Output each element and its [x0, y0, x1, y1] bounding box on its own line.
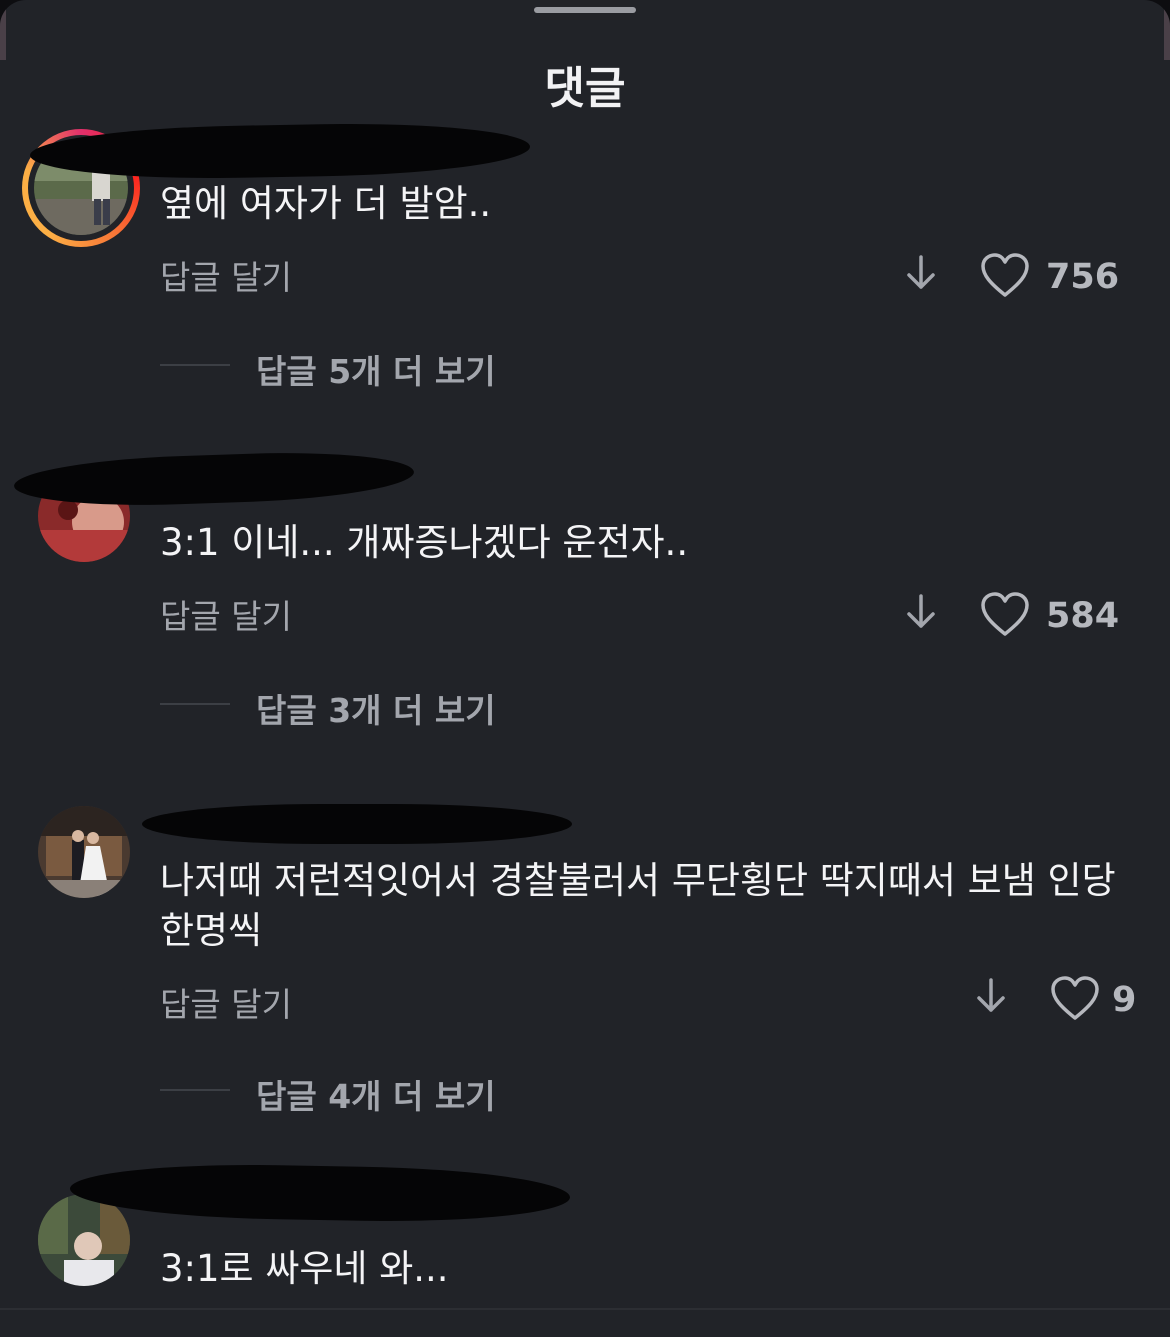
comments-sheet: 댓글 옆에 여자가 더 발암.. 답글 달기 756 답글 5개 더 보기 3:… [0, 0, 1170, 1337]
background-edge [0, 0, 6, 60]
username-redacted [142, 804, 572, 844]
username-redacted [29, 120, 531, 182]
view-more-replies[interactable]: 답글 4개 더 보기 [160, 1070, 520, 1116]
arrow-down-icon[interactable] [974, 976, 1008, 1016]
sheet-grabber-handle[interactable] [534, 7, 636, 13]
divider-line [160, 703, 230, 705]
divider-line [160, 1089, 230, 1091]
reply-button[interactable]: 답글 달기 [160, 590, 292, 638]
heart-icon[interactable] [1050, 976, 1100, 1022]
view-replies-label[interactable]: 답글 4개 더 보기 [256, 1070, 496, 1118]
comment-actions: 9 [974, 976, 1137, 1026]
view-more-replies[interactable]: 답글 3개 더 보기 [160, 684, 520, 730]
like-count: 9 [1112, 980, 1137, 1020]
view-replies-label[interactable]: 답글 5개 더 보기 [256, 345, 496, 393]
avatar[interactable] [38, 806, 130, 898]
divider-line [160, 364, 230, 366]
background-edge [1164, 0, 1170, 60]
reply-button[interactable]: 답글 달기 [160, 251, 292, 299]
divider [0, 1308, 1170, 1310]
like-count: 756 [1046, 257, 1120, 297]
view-more-replies[interactable]: 답글 5개 더 보기 [160, 345, 520, 391]
username-redacted [13, 448, 415, 510]
arrow-down-icon[interactable] [904, 253, 938, 293]
comment-text: 3:1로 싸우네 와... [160, 1247, 449, 1290]
comment-text: 나저때 저런적잇어서 경찰불러서 무단횡단 딱지때서 보냄 인당 한명씩 [160, 859, 1116, 952]
comment-text: 3:1 이네... 개짜증나겠다 운전자.. [160, 521, 689, 564]
like-count: 584 [1046, 596, 1120, 636]
avatar[interactable] [38, 1194, 130, 1286]
heart-icon[interactable] [980, 592, 1030, 638]
view-replies-label[interactable]: 답글 3개 더 보기 [256, 684, 496, 732]
sheet-title: 댓글 [544, 63, 626, 114]
comment-actions: 584 [904, 592, 1134, 642]
username-redacted [69, 1161, 571, 1225]
reply-button[interactable]: 답글 달기 [160, 978, 292, 1026]
comment-actions: 756 [904, 253, 1134, 303]
heart-icon[interactable] [980, 253, 1030, 299]
comment-text: 옆에 여자가 더 발암.. [160, 182, 492, 225]
arrow-down-icon[interactable] [904, 592, 938, 632]
